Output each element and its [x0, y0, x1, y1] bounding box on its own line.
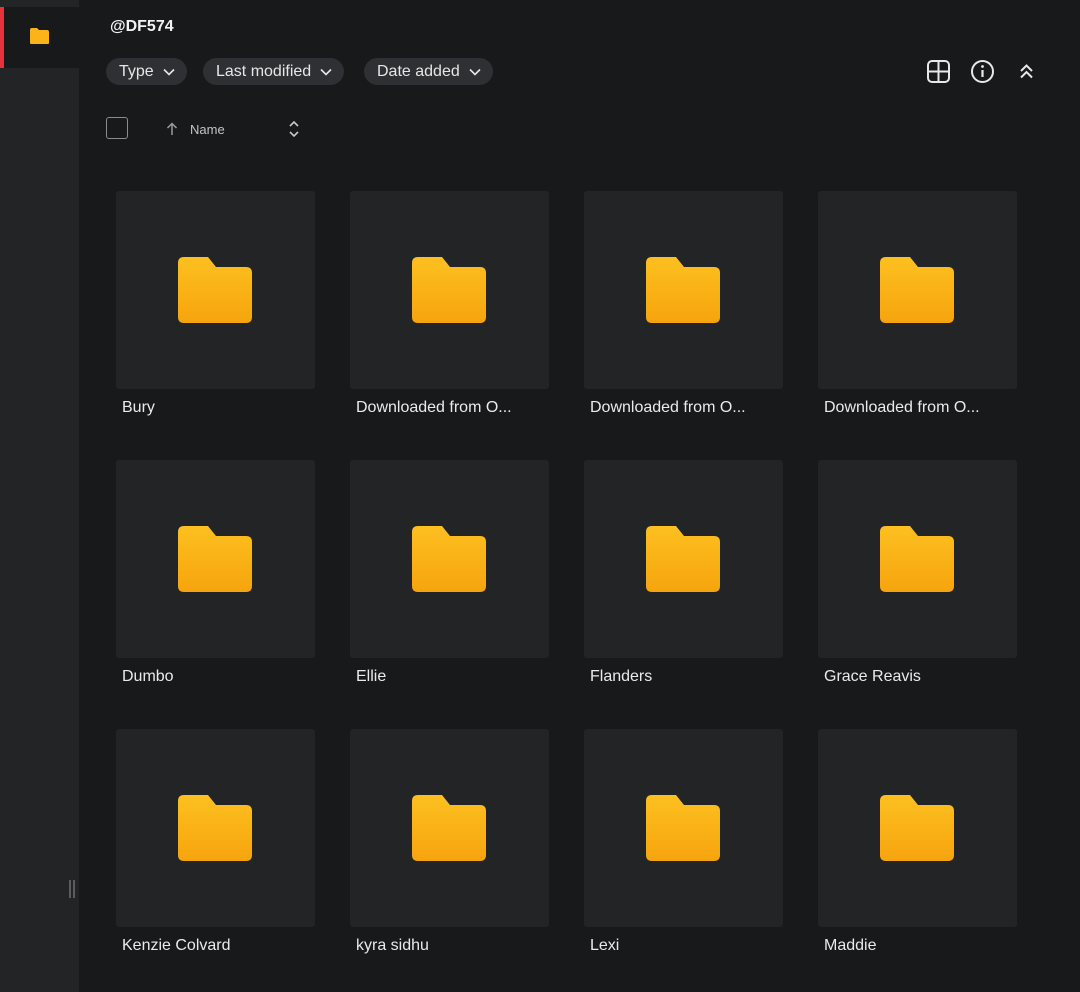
- select-all-checkbox[interactable]: [106, 117, 128, 139]
- info-icon[interactable]: [970, 59, 995, 84]
- folder-icon: [178, 257, 252, 323]
- folder-icon: [880, 795, 954, 861]
- folder-icon: [880, 526, 954, 592]
- folder-thumbnail[interactable]: [818, 729, 1017, 927]
- folder-name: Lexi: [590, 937, 620, 954]
- folder-thumbnail[interactable]: [350, 460, 549, 658]
- collapse-icon[interactable]: [1014, 59, 1039, 84]
- sidebar: [0, 0, 79, 992]
- folder-tile[interactable]: Downloaded from O...: [584, 191, 783, 416]
- folder-thumbnail[interactable]: [116, 191, 315, 389]
- folder-name: Flanders: [590, 668, 653, 685]
- folder-icon: [30, 28, 49, 44]
- folder-name: Kenzie Colvard: [122, 937, 231, 954]
- folder-icon: [412, 526, 486, 592]
- chevron-down-icon: [163, 68, 175, 76]
- active-indicator: [0, 7, 4, 68]
- folder-tile[interactable]: Maddie: [818, 729, 1017, 954]
- folder-thumbnail[interactable]: [116, 460, 315, 658]
- folder-tile[interactable]: Bury: [116, 191, 315, 416]
- sidebar-item-files[interactable]: [0, 7, 79, 68]
- page-title: @DF574: [110, 18, 174, 35]
- folder-tile[interactable]: Downloaded from O...: [350, 191, 549, 416]
- folder-tile[interactable]: Kenzie Colvard: [116, 729, 315, 954]
- grid-view-icon[interactable]: [926, 59, 951, 84]
- folder-tile[interactable]: Dumbo: [116, 460, 315, 685]
- folder-tile[interactable]: Flanders: [584, 460, 783, 685]
- folder-icon: [646, 526, 720, 592]
- folder-tile[interactable]: Downloaded from O...: [818, 191, 1017, 416]
- filter-type-label: Type: [119, 62, 154, 80]
- folder-name: Ellie: [356, 668, 387, 685]
- chevron-down-icon: [469, 68, 481, 76]
- folder-thumbnail[interactable]: [116, 729, 315, 927]
- filter-last-modified-chip[interactable]: Last modified: [203, 58, 345, 85]
- folder-thumbnail[interactable]: [584, 729, 783, 927]
- main-content: @DF574 Type Last modified Date added Nam…: [79, 0, 1080, 992]
- filter-date-added-label: Date added: [377, 62, 460, 80]
- folder-name: Downloaded from O...: [824, 399, 980, 416]
- folder-name: Maddie: [824, 937, 877, 954]
- folder-thumbnail[interactable]: [350, 191, 549, 389]
- folder-tile[interactable]: Ellie: [350, 460, 549, 685]
- folder-name: Grace Reavis: [824, 668, 921, 685]
- folder-thumbnail[interactable]: [584, 191, 783, 389]
- folder-name: Dumbo: [122, 668, 174, 685]
- filter-type-chip[interactable]: Type: [106, 58, 187, 85]
- folder-name: Downloaded from O...: [356, 399, 512, 416]
- sort-toggle-icon[interactable]: [288, 120, 300, 138]
- folder-thumbnail[interactable]: [818, 191, 1017, 389]
- folder-icon: [412, 257, 486, 323]
- folder-thumbnail[interactable]: [818, 460, 1017, 658]
- sidebar-resize-handle[interactable]: [69, 880, 77, 898]
- folder-icon: [646, 795, 720, 861]
- filter-last-modified-label: Last modified: [216, 62, 312, 80]
- folder-name: Bury: [122, 399, 155, 416]
- sort-label[interactable]: Name: [190, 122, 225, 137]
- folder-icon: [646, 257, 720, 323]
- folder-tile[interactable]: Grace Reavis: [818, 460, 1017, 685]
- folder-tile[interactable]: kyra sidhu: [350, 729, 549, 954]
- folder-icon: [880, 257, 954, 323]
- folder-thumbnail[interactable]: [584, 460, 783, 658]
- folder-thumbnail[interactable]: [350, 729, 549, 927]
- folder-tile[interactable]: Lexi: [584, 729, 783, 954]
- folder-name: kyra sidhu: [356, 937, 429, 954]
- chevron-down-icon: [320, 68, 332, 76]
- folder-icon: [178, 795, 252, 861]
- folder-icon: [178, 526, 252, 592]
- arrow-up-icon[interactable]: [165, 122, 179, 136]
- folder-icon: [412, 795, 486, 861]
- filter-date-added-chip[interactable]: Date added: [364, 58, 493, 85]
- folder-name: Downloaded from O...: [590, 399, 746, 416]
